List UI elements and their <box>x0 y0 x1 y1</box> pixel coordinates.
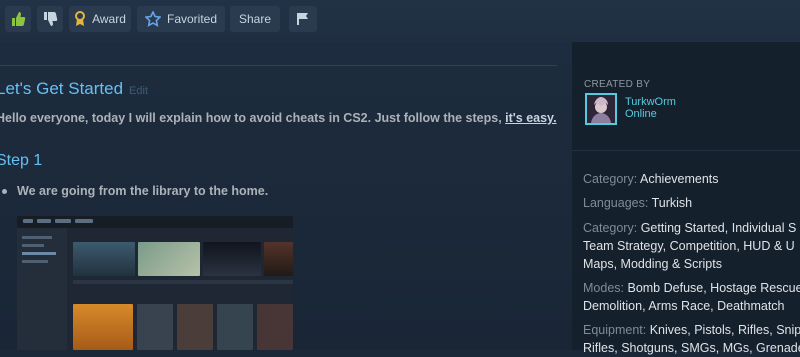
tag-link[interactable]: Getting Started <box>641 221 725 235</box>
intro-paragraph: Hello everyone, today I will explain how… <box>0 111 557 125</box>
tag-link[interactable]: Demolition <box>583 299 642 313</box>
tag-link[interactable]: Individual S <box>732 221 797 235</box>
panel-divider <box>572 150 800 151</box>
star-icon <box>144 11 161 27</box>
guide-details-panel: CREATED BY TurkwOrm Online Category: Ach… <box>572 42 800 355</box>
tag-link[interactable]: Maps <box>583 257 614 271</box>
author-name-link[interactable]: TurkwOrm <box>625 96 676 108</box>
meta-languages: Languages: Turkish <box>583 196 693 210</box>
tag-link[interactable]: Arms Race <box>648 299 710 313</box>
award-label: Award <box>92 12 126 26</box>
section-title: Let's Get Started Edit <box>0 79 148 99</box>
section-title-text: Let's Get Started <box>0 79 124 98</box>
tag-link[interactable]: Hostage Rescue <box>710 281 800 295</box>
tag-link[interactable]: MGs <box>723 341 749 355</box>
tag-link[interactable]: Snipe <box>776 323 800 337</box>
bullet-dot <box>2 189 7 195</box>
bullet-text: We are going from the library to the hom… <box>17 184 269 198</box>
meta-equipment: Equipment: Knives, Pistols, Rifles, Snip… <box>583 321 800 357</box>
tag-link[interactable]: Knives <box>650 323 688 337</box>
favorite-label: Favorited <box>166 12 218 26</box>
tag-link[interactable]: Bomb Defuse <box>627 281 703 295</box>
thumbs-down-icon <box>44 12 58 26</box>
avatar-image <box>587 95 615 123</box>
rate-down-button[interactable] <box>37 6 63 32</box>
tag-link[interactable]: Rifles <box>738 323 769 337</box>
screenshot-sidebar <box>17 228 67 350</box>
author-status: Online <box>625 108 657 120</box>
tag-link[interactable]: Competition <box>670 239 737 253</box>
tag-link[interactable]: Rifles <box>583 341 614 355</box>
tag-link[interactable]: HUD & U <box>743 239 794 253</box>
share-label: Share <box>238 12 272 26</box>
tag-link[interactable]: Turkish <box>652 196 693 210</box>
tag-link[interactable]: Achievements <box>640 172 719 186</box>
step-bullet: We are going from the library to the hom… <box>2 184 268 198</box>
award-button[interactable]: Award <box>69 6 131 32</box>
author-avatar[interactable] <box>585 93 617 125</box>
meta-category-1: Category: Achievements <box>583 172 719 186</box>
share-button[interactable]: Share <box>230 6 280 32</box>
intro-link[interactable]: it's easy. <box>505 111 556 125</box>
tag-link[interactable]: Pistols <box>694 323 731 337</box>
tag-link[interactable]: Team Strategy <box>583 239 663 253</box>
guide-content: Let's Get Started Edit Hello everyone, to… <box>0 42 572 350</box>
tag-link[interactable]: Shotguns <box>621 341 674 355</box>
step-title: Step 1 <box>0 152 43 169</box>
tag-link[interactable]: SMGs <box>681 341 716 355</box>
edit-link[interactable]: Edit <box>129 85 148 97</box>
meta-category-2: Category: Getting Started, Individual S … <box>583 221 797 271</box>
favorite-button[interactable]: Favorited <box>137 6 225 32</box>
section-divider <box>0 65 557 66</box>
thumbs-up-icon <box>12 12 26 26</box>
guide-action-bar: Award Favorited Share <box>0 0 800 43</box>
intro-text: Hello everyone, today I will explain how… <box>0 111 506 125</box>
tag-link[interactable]: Deathmatch <box>717 299 784 313</box>
report-button[interactable] <box>289 6 317 32</box>
flag-icon <box>297 13 308 25</box>
rate-up-button[interactable] <box>5 6 31 32</box>
tag-link[interactable]: Grenade <box>756 341 800 355</box>
tag-link[interactable]: Modding & Scripts <box>621 257 722 271</box>
created-by-label: CREATED BY <box>584 79 651 90</box>
screenshot-nav <box>17 216 293 228</box>
library-screenshot-image[interactable] <box>17 216 293 350</box>
meta-modes: Modes: Bomb Defuse, Hostage Rescue Demol… <box>583 279 800 315</box>
award-ribbon-icon <box>75 11 86 26</box>
